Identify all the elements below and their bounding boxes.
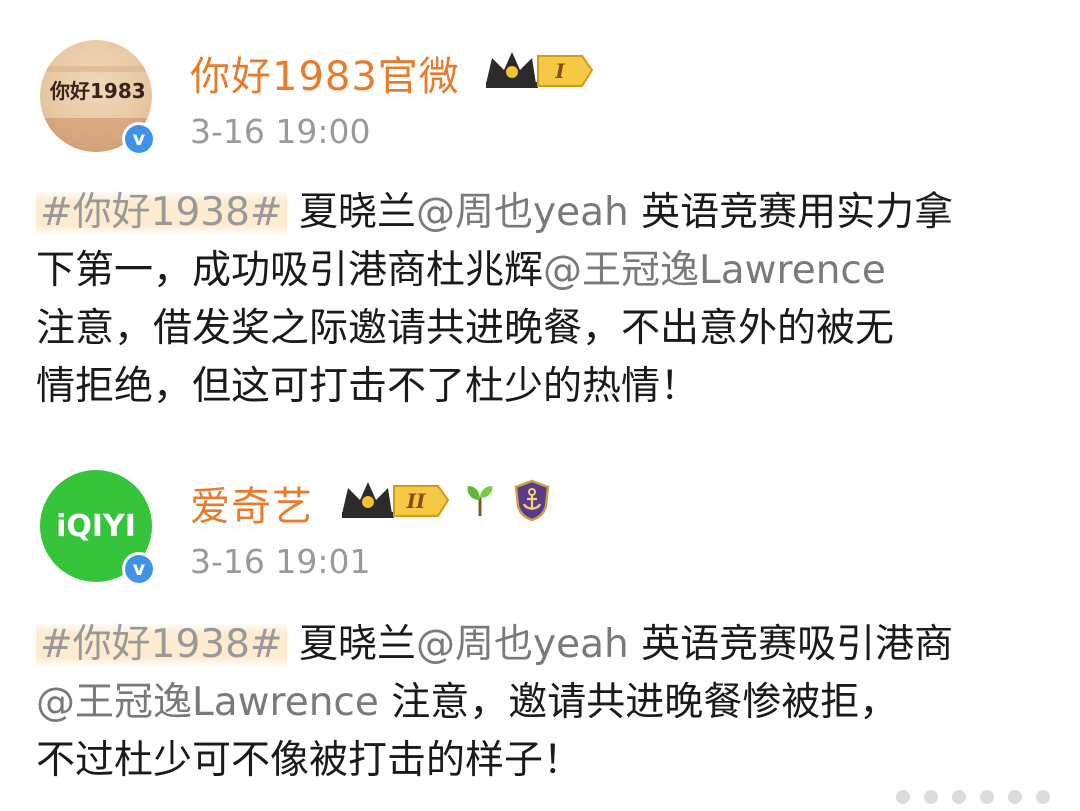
- content-line-3: 注意，借发奖之际邀请共进晚餐，不出意外的被无: [36, 300, 1046, 358]
- dot-icon: [1036, 790, 1050, 804]
- post-time[interactable]: 3-16 19:00: [190, 112, 371, 151]
- verified-v-icon: v: [122, 552, 156, 586]
- text-segment: 夏晓兰: [299, 622, 417, 667]
- post-time[interactable]: 3-16 19:01: [190, 542, 371, 581]
- text-segment: 英语竞赛吸引港商: [641, 622, 954, 667]
- content-line-2: 下第一，成功吸引港商杜兆辉@王冠逸Lawrence: [36, 242, 1046, 300]
- dot-icon: [924, 790, 938, 804]
- text-segment: 下第一，成功吸引港商杜兆辉: [36, 248, 544, 293]
- dot-icon: [896, 790, 910, 804]
- avatar-iqiyi[interactable]: iQIYI v: [40, 470, 156, 586]
- crown-badge-icon[interactable]: I: [482, 48, 594, 92]
- text-segment: 注意，邀请共进晚餐惨被拒，: [391, 680, 899, 725]
- content-line-4: 情拒绝，但这可打击不了杜少的热情！: [36, 358, 1046, 416]
- mention-link[interactable]: @王冠逸Lawrence: [543, 248, 886, 293]
- dot-icon: [980, 790, 994, 804]
- avatar-logo-text: iQIYI: [56, 509, 136, 544]
- vip-level-label: II: [406, 489, 426, 513]
- badges: II: [338, 478, 554, 522]
- post-content: #你好1938# 夏晓兰@周也yeah 英语竞赛用实力拿 下第一，成功吸引港商杜…: [36, 184, 1046, 416]
- account-name[interactable]: 爱奇艺: [190, 474, 313, 532]
- text-segment: 英语竞赛用实力拿: [641, 190, 954, 235]
- content-line-1: #你好1938# 夏晓兰@周也yeah 英语竞赛吸引港商: [36, 616, 1046, 674]
- dot-icon: [1008, 790, 1022, 804]
- account-name[interactable]: 你好1983官微: [190, 44, 460, 102]
- content-line-2: @王冠逸Lawrence 注意，邀请共进晚餐惨被拒，: [36, 674, 1046, 732]
- content-line-3: 不过杜少可不像被打击的样子！: [36, 732, 1046, 790]
- hashtag-link[interactable]: #你好1938#: [36, 190, 287, 235]
- verified-v-icon: v: [122, 122, 156, 156]
- hashtag-link[interactable]: #你好1938#: [36, 622, 287, 667]
- page-indicator-dots: [896, 790, 1050, 804]
- text-segment: 注意，借发奖之际邀请共进晚餐，不出意外的被无: [36, 306, 895, 351]
- dot-icon: [952, 790, 966, 804]
- post-content: #你好1938# 夏晓兰@周也yeah 英语竞赛吸引港商 @王冠逸Lawrenc…: [36, 616, 1046, 790]
- mention-link[interactable]: @周也yeah: [416, 622, 629, 667]
- sprout-icon[interactable]: [460, 480, 500, 520]
- avatar-text-ni: 你好1983: [49, 79, 146, 103]
- avatar-nihao1983[interactable]: 你好1983 v: [40, 40, 156, 156]
- text-segment: 夏晓兰: [299, 190, 417, 235]
- mention-link[interactable]: @周也yeah: [416, 190, 629, 235]
- badges: I: [482, 48, 594, 92]
- vip-level-label: I: [554, 59, 565, 83]
- crown-badge-icon[interactable]: II: [338, 478, 450, 522]
- mention-link[interactable]: @王冠逸Lawrence: [36, 680, 379, 725]
- content-line-1: #你好1938# 夏晓兰@周也yeah 英语竞赛用实力拿: [36, 184, 1046, 242]
- text-segment: 情拒绝，但这可打击不了杜少的热情！: [36, 364, 700, 409]
- text-segment: 不过杜少可不像被打击的样子！: [36, 738, 583, 783]
- shield-anchor-icon[interactable]: [510, 478, 554, 522]
